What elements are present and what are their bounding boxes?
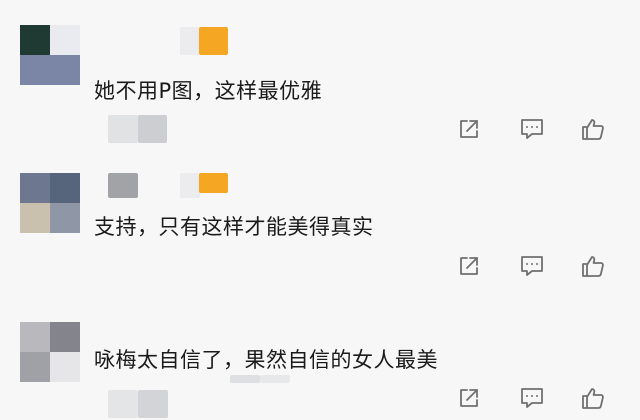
username-mosaic[interactable] [108,173,138,198]
like-button[interactable] [578,383,608,413]
comment-item: 咏梅太自信了，果然自信的女人最美 [0,280,640,420]
share-button[interactable] [454,383,484,413]
share-icon [460,120,478,138]
comment-icon [521,256,543,276]
comment-text: 咏梅太自信了，果然自信的女人最美 [94,348,438,372]
like-button[interactable] [578,251,608,281]
comment-icon [521,388,543,408]
share-icon [460,389,478,407]
timestamp-mosaic [230,375,260,383]
reply-button[interactable] [517,383,547,413]
timestamp-mosaic [138,115,167,143]
timestamp-mosaic [138,390,168,418]
comment-text: 她不用P图，这样最优雅 [94,79,323,103]
avatar[interactable] [20,173,80,233]
share-icon [460,257,478,275]
reply-button[interactable] [517,251,547,281]
comment-text: 支持，只有这样才能美得真实 [94,215,374,239]
badge-icon [199,173,228,193]
avatar[interactable] [20,322,80,382]
comment-item: 支持，只有这样才能美得真实 [0,140,640,280]
comment-icon [521,119,543,139]
thumbs-up-icon [582,119,604,140]
share-button[interactable] [454,251,484,281]
thumbs-up-icon [582,256,604,277]
avatar[interactable] [20,25,80,85]
timestamp-mosaic [108,115,138,143]
timestamp-mosaic [108,390,138,418]
username-mosaic[interactable] [180,27,200,55]
comment-item: 她不用P图，这样最优雅 [0,0,640,143]
username-mosaic[interactable] [180,173,200,198]
thumbs-up-icon [582,388,604,409]
timestamp-mosaic [260,375,290,383]
badge-icon [199,27,228,55]
